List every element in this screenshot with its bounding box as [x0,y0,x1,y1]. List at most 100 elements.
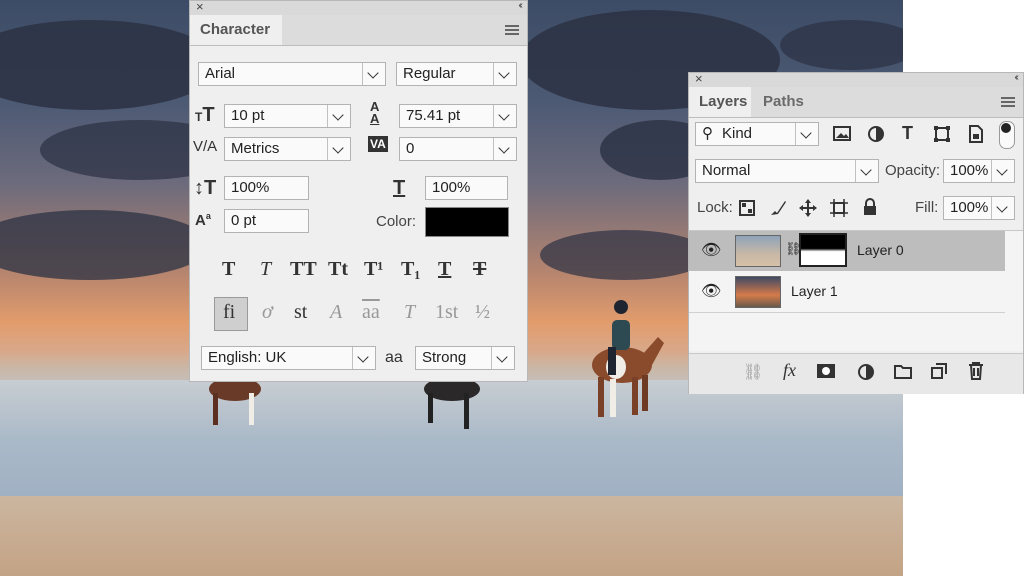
tab-layers[interactable]: Layers [689,87,751,117]
character-tabbar: Character [190,15,527,46]
layer-name: Layer 1 [791,283,838,299]
font-family-value: Arial [205,65,236,82]
filter-kind-select[interactable]: ⚲ Kind [695,122,819,146]
fractions-button[interactable]: ½ [475,301,490,324]
smart-object-filter-icon[interactable] [968,125,984,143]
chevron-down-icon [362,63,385,85]
search-icon: ⚲ [702,125,713,142]
chevron-down-icon [491,347,514,369]
layers-topbar: × ‹‹ [689,71,1023,87]
image-filter-icon[interactable] [833,126,851,142]
small-caps-button[interactable]: Tt [328,258,348,281]
font-size-select[interactable]: 10 pt [224,104,351,128]
tracking-select[interactable]: 0 [399,137,517,161]
layers-list: 👁 ⛓ Layer 0 👁 Layer 1 [689,230,1023,351]
tab-paths[interactable]: Paths [753,87,815,117]
collapse-icon[interactable]: ‹‹ [1014,72,1018,83]
fill-select[interactable]: 100% [943,196,1015,220]
baseline-shift-value: 0 pt [231,212,257,229]
layer-row[interactable]: 👁 Layer 1 [689,272,1005,313]
color-swatch[interactable] [425,207,509,237]
type-filter-icon[interactable]: T [902,123,913,144]
adjustment-icon[interactable] [857,363,875,381]
underline-button[interactable]: T [438,258,451,281]
lock-transparent-icon[interactable] [739,200,755,216]
chevron-down-icon [352,347,375,369]
leading-select[interactable]: 75.41 pt [399,104,517,128]
tracking-value: 0 [406,140,415,157]
visibility-eye-icon[interactable]: 👁 [701,281,721,301]
lock-artboard-icon[interactable] [830,199,848,217]
vertical-scale-input[interactable]: 100% [224,176,309,200]
horse-rider-image [592,300,664,417]
layer-mask-thumbnail[interactable] [799,233,847,267]
ligatures-button[interactable]: fi [223,301,235,324]
layers-panel: × ‹‹ Layers Paths ⚲ Kind T Normal Opacit… [688,71,1024,394]
titling-alternates-button[interactable]: aa [362,301,380,324]
layer-thumbnail [735,276,781,308]
trash-icon[interactable] [968,362,984,380]
layers-tabbar: Layers Paths [689,87,1023,118]
visibility-eye-icon[interactable]: 👁 [701,240,721,260]
opacity-select[interactable]: 100% [943,159,1015,183]
tab-character[interactable]: Character [190,15,282,45]
stylistic-alternates-button[interactable]: A [330,301,342,324]
strikethrough-button[interactable]: T [473,258,486,281]
ordinals-button[interactable]: T [404,301,415,324]
new-layer-icon[interactable] [931,363,947,379]
font-family-select[interactable]: Arial [198,62,386,86]
horizontal-scale-input[interactable]: 100% [425,176,508,200]
language-select[interactable]: English: UK [201,346,376,370]
baseline-shift-input[interactable]: 0 pt [224,209,309,233]
chevron-down-icon [493,63,516,85]
old-style-button[interactable]: ơ [262,301,273,324]
opacity-value: 100% [950,162,989,179]
antialias-icon: aa [385,349,403,366]
filter-toggle[interactable] [999,121,1015,149]
filter-toggle-knob [1001,123,1011,133]
lock-pixels-icon[interactable] [769,199,787,217]
fx-icon[interactable]: fx [783,360,796,381]
layers-footer: ⛓ fx [689,353,1023,394]
chevron-down-icon [855,160,878,182]
lock-label: Lock: [697,199,733,216]
link-icon[interactable]: ⛓ [743,362,763,382]
panel-topbar: × ‹‹ [190,0,527,15]
panel-menu-icon[interactable] [1001,97,1015,109]
kerning-value: Metrics [231,140,280,157]
kerning-select[interactable]: Metrics [224,137,351,161]
opacity-label: Opacity: [885,162,941,179]
faux-italic-button[interactable]: T [260,258,271,281]
layer-name: Layer 0 [857,242,904,258]
adjustment-filter-icon[interactable] [867,125,885,143]
panel-menu-icon[interactable] [505,25,519,37]
layer-row[interactable]: 👁 ⛓ Layer 0 [689,231,1005,271]
all-caps-button[interactable]: TT [290,258,317,281]
font-style-value: Regular [403,65,456,82]
blend-mode-value: Normal [702,162,751,179]
faux-bold-button[interactable]: T [222,258,235,281]
leading-value: 75.41 pt [406,107,461,124]
vertical-scale-value: 100% [231,179,270,196]
folder-icon[interactable] [894,364,912,379]
leading-icon: AA [370,99,380,126]
antialias-select[interactable]: Strong [415,346,515,370]
layer-thumbnail [735,235,781,267]
font-size-icon: TT [195,104,215,126]
shape-filter-icon[interactable] [933,125,951,143]
fill-value: 100% [950,199,989,216]
lock-position-icon[interactable] [799,199,817,217]
close-icon[interactable]: × [196,0,204,14]
blend-mode-select[interactable]: Normal [695,159,879,183]
font-style-select[interactable]: Regular [396,62,517,86]
close-icon[interactable]: × [695,71,703,86]
mask-icon[interactable] [817,364,835,378]
ordinal-superscript-button[interactable]: 1st [435,301,458,324]
character-panel: × ‹‹ Character Arial Regular TT 10 pt AA… [189,0,528,382]
superscript-button[interactable]: T¹ [364,258,383,281]
chevron-down-icon [991,160,1014,182]
lock-all-icon[interactable] [862,198,878,216]
collapse-icon[interactable]: ‹‹ [518,0,522,11]
subscript-button[interactable]: T₁ [401,258,420,281]
swash-button[interactable]: st [294,301,307,324]
